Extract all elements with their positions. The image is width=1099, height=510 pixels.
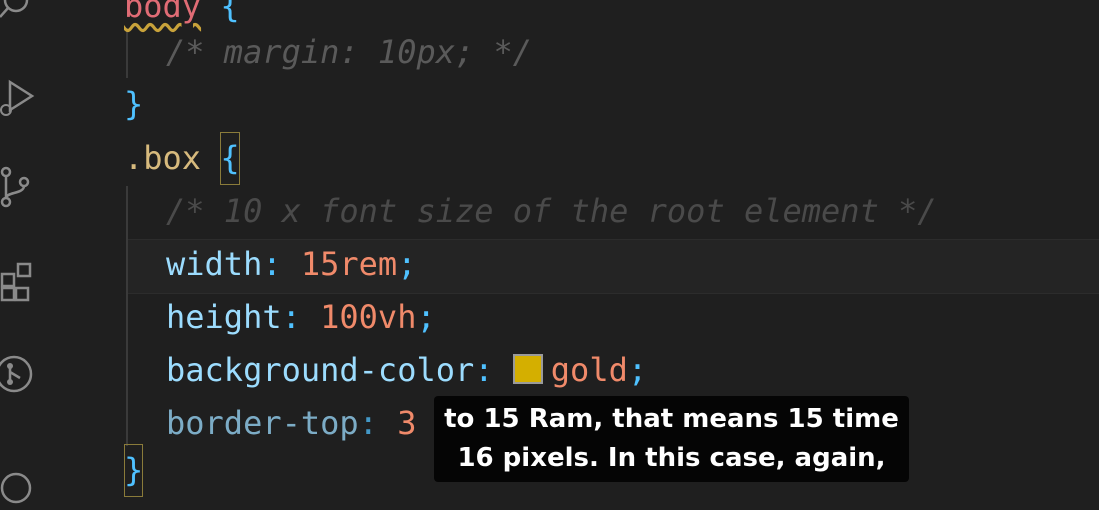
video-caption: to 15 Ram, that means 15 time 16 pixels.… bbox=[434, 396, 909, 482]
color-swatch[interactable] bbox=[512, 354, 543, 384]
comment-token: /* 10 x font size of the root element */ bbox=[166, 192, 937, 230]
code-line-2: /* margin: 10px; */ bbox=[166, 26, 532, 79]
property-token: background-color bbox=[166, 351, 475, 389]
code-line-6: width: 15rem; bbox=[166, 238, 416, 291]
value-token: 100vh bbox=[320, 298, 417, 336]
semicolon-token: ; bbox=[627, 351, 648, 389]
value-token: gold bbox=[550, 351, 628, 389]
extensions-icon[interactable] bbox=[0, 258, 40, 302]
code-line-8: background-color: gold; bbox=[166, 344, 647, 397]
value-token: 15rem bbox=[300, 245, 398, 283]
indent-guide bbox=[126, 28, 128, 78]
colon-token: : bbox=[281, 298, 301, 336]
colon-token: : bbox=[262, 245, 282, 283]
code-line-5: /* 10 x font size of the root element */ bbox=[166, 185, 937, 238]
property-token: height bbox=[166, 298, 282, 336]
matched-bracket: } bbox=[124, 444, 144, 497]
comment-token: /* margin: 10px; */ bbox=[166, 33, 533, 71]
brace-token: { bbox=[220, 0, 240, 25]
colon-token: : bbox=[358, 404, 378, 442]
semicolon-token: ; bbox=[416, 298, 436, 336]
value-token: 3 bbox=[397, 404, 417, 442]
property-token: width bbox=[166, 245, 263, 283]
matched-bracket: { bbox=[220, 132, 240, 185]
selector-token: body bbox=[124, 0, 202, 25]
source-control-icon[interactable] bbox=[0, 164, 40, 208]
colon-token: : bbox=[474, 351, 494, 389]
caption-line-1: to 15 Ram, that means 15 time bbox=[444, 404, 899, 434]
indent-guide bbox=[126, 186, 128, 446]
accounts-icon[interactable] bbox=[0, 466, 40, 510]
remote-icon[interactable] bbox=[0, 352, 40, 396]
code-line-10: } bbox=[124, 444, 144, 497]
caption-line-2: 16 pixels. In this case, again, bbox=[457, 443, 886, 473]
run-debug-icon[interactable] bbox=[0, 76, 40, 120]
brace-token: } bbox=[124, 85, 144, 123]
code-line-3: } bbox=[124, 78, 143, 131]
code-line-7: height: 100vh; bbox=[166, 291, 436, 344]
property-token: border-top bbox=[166, 404, 359, 442]
code-line-9: border-top: 3 bbox=[166, 397, 416, 450]
selector-token: .box bbox=[124, 139, 202, 177]
activity-bar bbox=[0, 0, 52, 504]
search-icon[interactable] bbox=[0, 0, 40, 28]
semicolon-token: ; bbox=[397, 245, 417, 283]
code-line-4: .box { bbox=[124, 132, 240, 185]
